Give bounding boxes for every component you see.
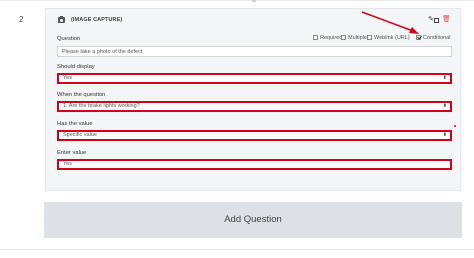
- option-label: Weblink (URL): [374, 35, 410, 41]
- conditional-checkbox[interactable]: [416, 35, 421, 40]
- option-weblink[interactable]: Weblink (URL): [367, 35, 410, 41]
- select-arrows-icon: ⬍: [442, 75, 447, 81]
- pencil-icon[interactable]: ✎: [428, 15, 434, 25]
- weblink-checkbox[interactable]: [367, 35, 372, 40]
- has-value-value: Specific value: [63, 132, 97, 138]
- has-value-select[interactable]: Specific value ⬍: [57, 130, 452, 141]
- question-input[interactable]: Please take a photo of the defect: [57, 46, 452, 57]
- option-label: Multiple: [348, 35, 367, 41]
- option-required[interactable]: Required: [313, 35, 342, 41]
- question-tools: ✎ 🗑: [428, 15, 452, 25]
- enter-value-label: Enter value: [57, 150, 87, 156]
- trash-icon[interactable]: 🗑: [442, 15, 451, 25]
- question-number: 2: [19, 15, 24, 24]
- bottom-divider: [0, 249, 474, 250]
- when-question-select[interactable]: 1. Are the brake lights working? ⬍: [57, 101, 452, 112]
- should-display-value: Yes: [63, 75, 72, 81]
- add-question-button[interactable]: Add Question: [44, 202, 462, 238]
- top-divider: [0, 0, 474, 1]
- option-multiple[interactable]: Multiple: [341, 35, 367, 41]
- top-marker: [252, 0, 256, 2]
- enter-value-input[interactable]: Yes: [57, 159, 452, 170]
- option-label: Required: [320, 35, 343, 41]
- select-arrows-icon: ⬍: [442, 103, 447, 109]
- multiple-checkbox[interactable]: [341, 35, 346, 40]
- when-question-label: When the question: [57, 92, 106, 98]
- has-value-label: Has the value: [57, 121, 93, 127]
- question-label: Question: [57, 36, 81, 42]
- camera-icon: [58, 15, 65, 23]
- option-conditional[interactable]: Conditional: [416, 35, 451, 41]
- required-checkbox[interactable]: [313, 35, 318, 40]
- copy-icon[interactable]: [434, 18, 439, 23]
- annotation-dot: [454, 125, 456, 127]
- select-arrows-icon: ⬍: [442, 132, 447, 138]
- option-label: Conditional: [423, 35, 451, 41]
- should-display-select[interactable]: Yes ⬍: [57, 73, 452, 84]
- question-type-label: (IMAGE CAPTURE): [71, 17, 123, 23]
- should-display-label: Should display: [57, 64, 95, 70]
- when-question-value: 1. Are the brake lights working?: [63, 103, 140, 109]
